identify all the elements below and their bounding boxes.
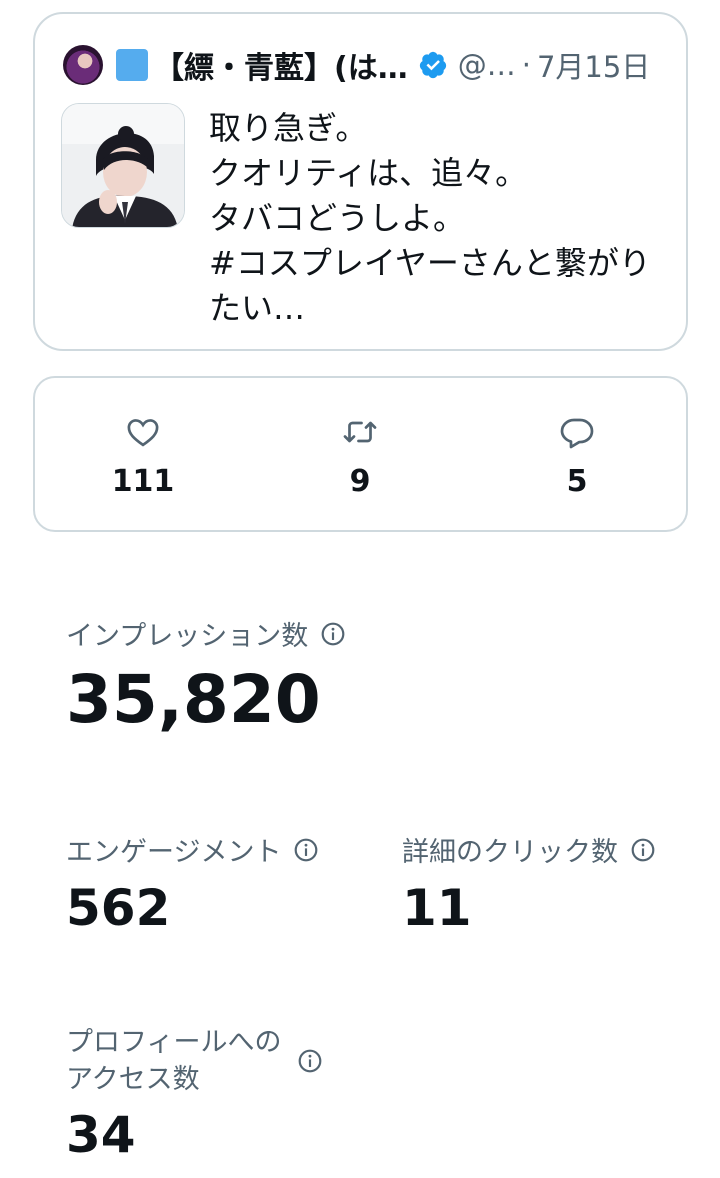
detail-clicks-value: 11 bbox=[402, 879, 472, 937]
impressions-metric: インプレッション数 35,820 bbox=[66, 614, 346, 737]
engagements-label: エンゲージメント bbox=[66, 837, 282, 868]
tweet-text[interactable]: 取り急ぎ。 クオリティは、追々。 タバコどうしよ。 #コスプレイヤーさんと繋がり… bbox=[209, 106, 659, 331]
tweet-preview-card[interactable]: 【縹・青藍】(は… @… · 7月15日 取り急ぎ。 クオリティは、追々。 タバ… bbox=[33, 12, 688, 351]
detail-clicks-label: 詳細のクリック数 bbox=[402, 837, 618, 868]
photo-image bbox=[62, 104, 184, 227]
replies-count: 5 bbox=[566, 464, 588, 499]
replies-stat[interactable]: 5 bbox=[517, 414, 637, 499]
profile-visits-label-line: アクセス数 bbox=[66, 1064, 200, 1095]
impressions-label: インプレッション数 bbox=[66, 621, 309, 652]
author-handle[interactable]: @… bbox=[458, 48, 516, 82]
info-icon[interactable] bbox=[293, 837, 319, 863]
separator-dot: · bbox=[521, 48, 531, 82]
info-icon[interactable] bbox=[630, 837, 656, 863]
tweet-hashtag[interactable]: #コスプレイヤーさんと繋がり bbox=[209, 241, 659, 286]
profile-visits-value: 34 bbox=[66, 1106, 136, 1164]
engagements-value: 562 bbox=[66, 879, 171, 937]
info-icon[interactable] bbox=[320, 621, 346, 647]
profile-visits-label: プロフィールへの アクセス数 bbox=[66, 1024, 281, 1098]
tweet-text-line: タバコどうしよ。 bbox=[209, 199, 466, 237]
detail-clicks-label-row: 詳細のクリック数 bbox=[402, 830, 656, 869]
likes-count: 111 bbox=[111, 464, 175, 499]
engagements-metric: エンゲージメント 562 bbox=[66, 830, 319, 937]
profile-visits-label-row: プロフィールへの アクセス数 bbox=[66, 1024, 323, 1098]
tweet-text-line: たい… bbox=[209, 289, 306, 327]
media-thumbnail[interactable] bbox=[61, 103, 185, 228]
reply-icon bbox=[560, 418, 594, 449]
retweets-count: 9 bbox=[349, 464, 371, 499]
tweet-date[interactable]: 7月15日 bbox=[537, 44, 650, 86]
blue-square-icon bbox=[116, 49, 148, 81]
retweets-stat[interactable]: 9 bbox=[300, 414, 420, 499]
detail-clicks-metric: 詳細のクリック数 11 bbox=[402, 830, 656, 937]
profile-visits-metric: プロフィールへの アクセス数 34 bbox=[66, 1024, 323, 1164]
info-icon[interactable] bbox=[297, 1048, 323, 1074]
author-display-name[interactable]: 【縹・青藍】(は… bbox=[154, 43, 408, 87]
author-avatar[interactable] bbox=[63, 45, 103, 85]
tweet-text-line: 取り急ぎ。 bbox=[209, 109, 368, 147]
retweet-icon bbox=[343, 421, 377, 443]
likes-stat[interactable]: 111 bbox=[83, 414, 203, 499]
verified-badge-icon bbox=[419, 51, 446, 79]
tweet-header: 【縹・青藍】(は… @… · 7月15日 bbox=[63, 42, 662, 88]
tweet-analytics-page: 【縹・青藍】(は… @… · 7月15日 取り急ぎ。 クオリティは、追々。 タバ… bbox=[0, 0, 720, 1178]
impressions-label-row: インプレッション数 bbox=[66, 614, 346, 653]
heart-icon bbox=[127, 419, 159, 447]
engagement-stats-card: 111 9 5 bbox=[33, 376, 688, 532]
engagements-label-row: エンゲージメント bbox=[66, 830, 319, 869]
impressions-value: 35,820 bbox=[66, 661, 321, 738]
profile-visits-label-line: プロフィールへの bbox=[66, 1027, 282, 1058]
tweet-text-line: クオリティは、追々。 bbox=[209, 154, 528, 192]
